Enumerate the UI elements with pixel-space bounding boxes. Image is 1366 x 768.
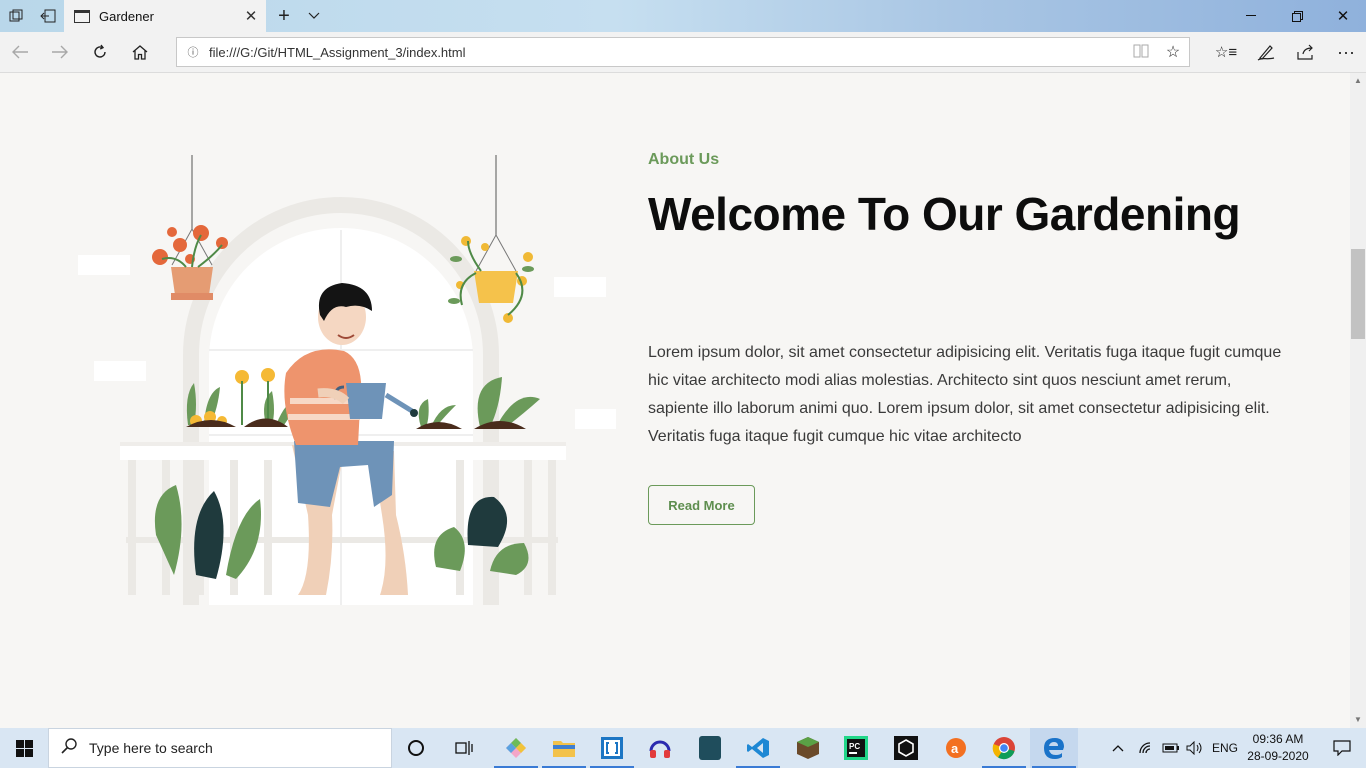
chrome-icon[interactable] (980, 728, 1028, 768)
refresh-icon[interactable] (82, 36, 118, 68)
clock-date: 28-09-2020 (1247, 749, 1309, 763)
scroll-up-arrow-icon[interactable]: ▲ (1350, 73, 1366, 89)
gardener-illustration (78, 155, 616, 605)
web-notes-pen-icon[interactable] (1248, 36, 1284, 68)
action-center-icon[interactable] (1318, 728, 1366, 768)
taskbar-search-box[interactable]: Type here to search (48, 728, 392, 768)
tab-actions-icon[interactable] (0, 0, 32, 32)
search-icon (49, 737, 89, 759)
teal-book-tile (699, 736, 721, 760)
close-tab-icon[interactable]: ✕ (236, 7, 266, 25)
section-paragraph: Lorem ipsum dolor, sit amet consectetur … (648, 344, 1282, 445)
git-app-icon[interactable] (492, 728, 540, 768)
tab-preview-chevron-icon[interactable] (298, 0, 330, 32)
unity-icon[interactable] (882, 728, 930, 768)
scroll-down-arrow-icon[interactable]: ▼ (1350, 712, 1366, 728)
svg-text:PC: PC (849, 742, 860, 751)
new-tab-icon[interactable]: + (268, 0, 300, 32)
minecraft-icon[interactable] (784, 728, 832, 768)
brackets-editor-icon[interactable] (588, 728, 636, 768)
close-window-icon[interactable]: ✕ (1320, 0, 1366, 32)
pycharm-icon[interactable]: PC (832, 728, 880, 768)
volume-icon[interactable] (1186, 728, 1204, 768)
section-label: About Us (648, 151, 720, 168)
scrollbar-thumb[interactable] (1351, 249, 1365, 339)
forward-icon[interactable] (42, 36, 78, 68)
set-tabs-aside-icon[interactable] (32, 0, 64, 32)
browser-toolbar: ⓘ file:///G:/Git/HTML_Assignment_3/index… (0, 32, 1366, 73)
address-bar[interactable]: ⓘ file:///G:/Git/HTML_Assignment_3/index… (176, 37, 1190, 67)
edge-browser-icon[interactable] (1030, 728, 1078, 768)
show-hidden-icons-chevron[interactable] (1112, 728, 1124, 768)
home-icon[interactable] (122, 36, 158, 68)
language-indicator[interactable]: ENG (1212, 728, 1238, 768)
wifi-icon[interactable] (1138, 728, 1154, 768)
vscode-icon[interactable] (734, 728, 782, 768)
cortana-icon[interactable] (392, 728, 440, 768)
page-icon (74, 9, 90, 23)
favorite-star-icon[interactable]: ☆ (1157, 42, 1189, 62)
more-options-icon[interactable]: ··· (1328, 36, 1364, 68)
tab-title: Gardener (99, 8, 154, 24)
svg-text:a: a (951, 741, 959, 756)
task-view-icon[interactable] (440, 728, 488, 768)
browser-tab[interactable]: Gardener ✕ (64, 0, 266, 32)
file-explorer-icon[interactable] (540, 728, 588, 768)
reading-view-icon[interactable] (1125, 44, 1157, 61)
teal-book-app-icon[interactable] (686, 728, 734, 768)
battery-icon[interactable] (1162, 728, 1180, 768)
share-icon[interactable] (1288, 36, 1324, 68)
section-heading: Welcome To Our Gardening (648, 188, 1241, 240)
back-icon[interactable] (2, 36, 38, 68)
search-placeholder: Type here to search (89, 740, 213, 756)
url-text[interactable]: file:///G:/Git/HTML_Assignment_3/index.h… (209, 45, 1125, 60)
restore-icon[interactable] (1274, 0, 1320, 32)
read-more-button[interactable]: Read More (648, 485, 755, 525)
minimize-icon[interactable] (1228, 0, 1274, 32)
web-page-content: About Us Welcome To Our Gardening Lorem … (0, 73, 1350, 728)
windows-start-icon[interactable] (0, 728, 48, 768)
site-info-icon[interactable]: ⓘ (177, 44, 209, 60)
favorites-hub-icon[interactable]: ☆≡ (1208, 36, 1244, 68)
avast-icon[interactable]: a (932, 728, 980, 768)
page-scrollbar[interactable]: ▲ ▼ (1350, 73, 1366, 728)
windows-taskbar: Type here to search PC a ENG 09:36 AM 28… (0, 728, 1366, 768)
system-clock[interactable]: 09:36 AM 28-09-2020 (1240, 731, 1316, 765)
headphones-app-icon[interactable] (636, 728, 684, 768)
clock-time: 09:36 AM (1252, 732, 1304, 746)
browser-title-bar: Gardener ✕ + ✕ (0, 0, 1366, 32)
